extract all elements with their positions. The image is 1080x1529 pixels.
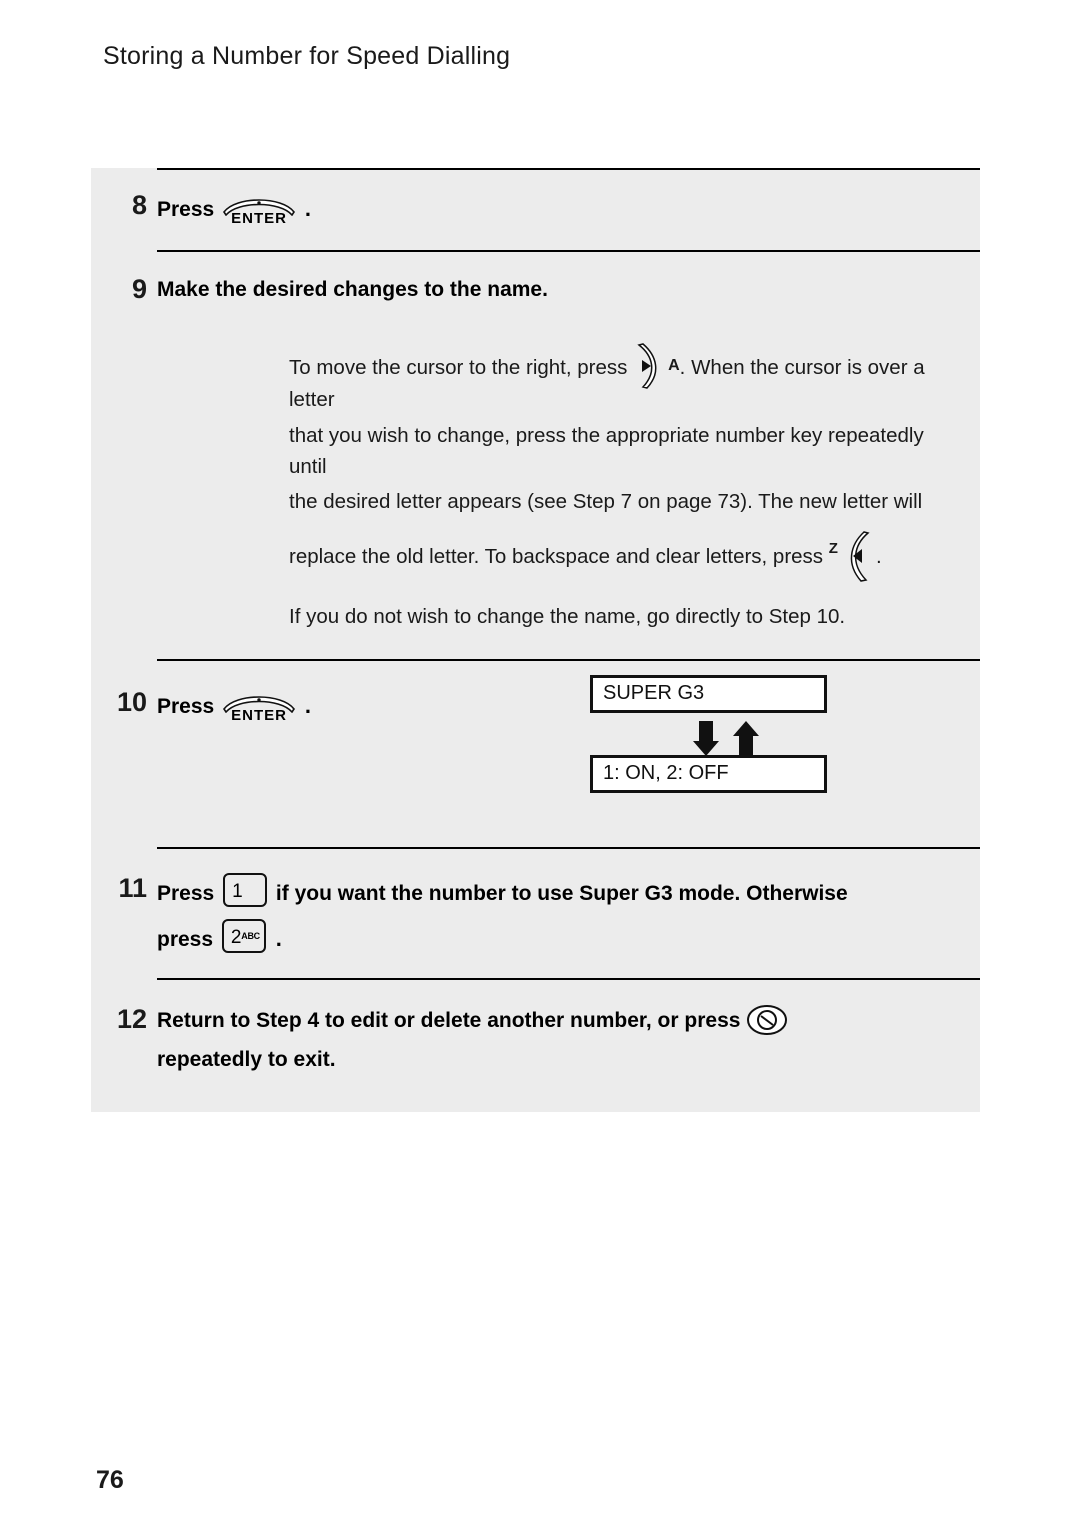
page-number: 76 [96, 1466, 124, 1494]
step-11-line-2: press 2 ABC . [157, 909, 960, 956]
enter-key-label-2: ENTER [231, 706, 287, 724]
stop-key-icon[interactable] [746, 1004, 788, 1036]
backspace-key-icon[interactable] [838, 531, 876, 583]
step-9: 9 Make the desired changes to the name. [91, 252, 980, 314]
step-10-text: Press ENTER . [157, 687, 960, 727]
step-10: 10 Press ENTER . SUPER G3 1: ON, 2: OFF [91, 661, 980, 847]
step-9-number: 9 [131, 274, 147, 304]
step-9-p1-a: To move the cursor to the right, press [289, 355, 628, 379]
number-key-1-digit: 1 [232, 880, 243, 902]
step-10-number: 10 [116, 686, 147, 717]
step-10-period: . [304, 692, 312, 718]
step-9-p4-b: . [875, 545, 882, 569]
step-12-line-2: repeatedly to exit. [157, 1048, 336, 1072]
step-9-paragraph-3: the desired letter appears (see Step 7 o… [289, 490, 923, 514]
step-8-press-label: Press [157, 198, 215, 221]
step-10-press-label: Press [157, 694, 215, 718]
page-title: Storing a Number for Speed Dialling [103, 42, 511, 70]
number-key-1[interactable]: 1 [223, 872, 268, 907]
enter-key-icon[interactable]: ENTER [222, 190, 296, 230]
step-9-paragraph-2: that you wish to change, press the appro… [289, 424, 924, 479]
number-key-2-sub: ABC [241, 931, 260, 942]
lcd-transition-arrows [693, 720, 759, 756]
right-arrow-key-icon[interactable] [633, 342, 667, 390]
step-9-body: To move the cursor to the right, press A… [91, 314, 980, 659]
step-11-line-1: Press 1 if you want the number to use Su… [157, 872, 960, 910]
step-11-period: . [275, 926, 282, 952]
instruction-panel: 8 Press ENTER . 9 Make the desired chang… [91, 168, 980, 1112]
step-9-heading: Make the desired changes to the name. [157, 278, 548, 301]
step-11-number: 11 [118, 872, 147, 903]
step-12-number: 12 [116, 1003, 147, 1034]
lcd-display-top: SUPER G3 [590, 674, 827, 713]
step-8-period: . [304, 196, 312, 221]
step-8: 8 Press ENTER . [91, 170, 980, 250]
enter-key-label: ENTER [231, 210, 287, 227]
step-9-paragraph-5: If you do not wish to change the name, g… [289, 605, 846, 629]
step-11-text-b: press [157, 928, 214, 952]
step-9-paragraph-1: To move the cursor to the right, press A… [289, 342, 960, 421]
right-arrow-key-shape [637, 342, 657, 389]
step-12: 12 Return to Step 4 to edit or delete an… [91, 980, 980, 1112]
number-key-2-digit: 2 [230, 927, 242, 949]
step-12-text-a: Return to Step 4 to edit or delete anoth… [157, 1008, 741, 1032]
backspace-key-letter-z: Z [828, 540, 838, 558]
enter-key-icon-2[interactable]: ENTER [222, 687, 296, 727]
step-11-text-a: if you want the number to use Super G3 m… [275, 881, 848, 905]
step-12-line-1: Return to Step 4 to edit or delete anoth… [157, 1004, 960, 1037]
step-9-p4-a: replace the old letter. To backspace and… [289, 545, 824, 569]
step-8-number: 8 [131, 190, 147, 220]
step-11-press-label: Press [157, 881, 215, 905]
step-9-paragraph-4: replace the old letter. To backspace and… [289, 531, 960, 601]
step-11: 11 Press 1 if you want the number to use… [91, 849, 980, 978]
stop-key-shape [747, 1004, 788, 1035]
backspace-key-shape [850, 531, 870, 583]
lcd-display-bottom: 1: ON, 2: OFF [590, 754, 827, 793]
arrow-key-letter-a: A [668, 356, 680, 374]
number-key-2[interactable]: 2 ABC [221, 919, 266, 954]
step-8-text: Press ENTER . [157, 190, 960, 230]
